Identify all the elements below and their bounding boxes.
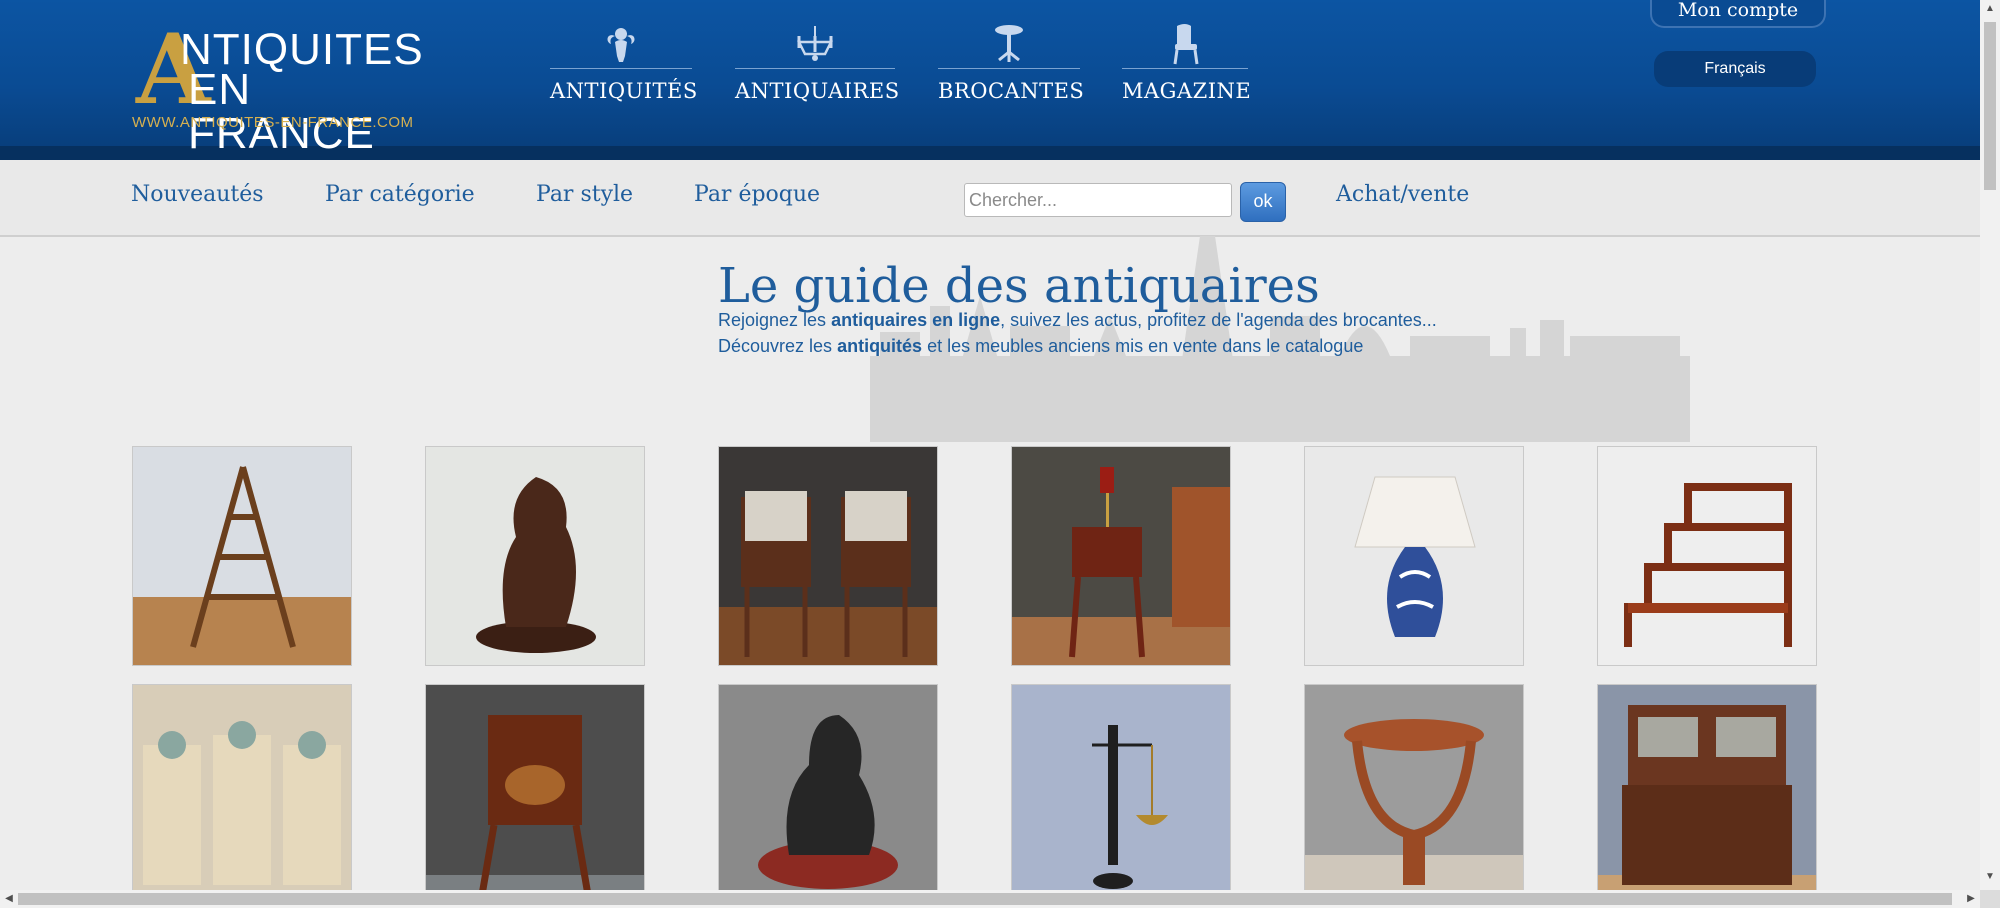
product-image	[719, 447, 937, 665]
main-nav-divider	[735, 68, 895, 69]
main-nav-label: ANTIQUAIRES	[735, 79, 900, 103]
product-image	[1305, 685, 1523, 903]
product-thumbnail[interactable]	[718, 446, 938, 666]
product-image	[133, 447, 351, 665]
product-image	[426, 685, 644, 903]
main-nav-divider	[550, 68, 692, 69]
product-image	[719, 685, 937, 903]
vertical-scroll-thumb[interactable]	[1984, 22, 1996, 190]
antiques-link[interactable]: antiquités	[837, 336, 922, 356]
product-thumbnail[interactable]	[1011, 446, 1231, 666]
main-nav-divider	[938, 68, 1080, 69]
scroll-up-icon[interactable]: ▲	[1980, 0, 2000, 18]
product-thumbnail[interactable]	[1304, 446, 1524, 666]
horizontal-scroll-thumb[interactable]	[18, 893, 1952, 905]
product-thumbnail[interactable]	[718, 684, 938, 904]
chandelier-icon	[796, 26, 834, 61]
product-thumbnail[interactable]	[425, 446, 645, 666]
scroll-down-icon[interactable]: ▼	[1980, 868, 2000, 886]
main-nav-antiquaires[interactable]: ANTIQUAIRES	[735, 22, 900, 112]
scrollbar-corner	[1980, 890, 2000, 908]
product-image	[426, 447, 644, 665]
subnav-buy-sell[interactable]: Achat/vente	[1336, 182, 1469, 207]
hero-intro-line-1: Rejoignez les antiquaires en ligne, suiv…	[718, 310, 1437, 331]
product-thumbnail[interactable]	[1597, 684, 1817, 904]
product-thumbnail[interactable]	[132, 684, 352, 904]
chair-icon	[1173, 24, 1199, 65]
scroll-left-icon[interactable]: ◀	[0, 890, 18, 908]
scroll-right-icon[interactable]: ▶	[1962, 890, 1980, 908]
main-nav-label: BROCANTES	[938, 79, 1085, 103]
subnav-era[interactable]: Par époque	[694, 182, 820, 207]
account-button[interactable]: Mon compte	[1650, 0, 1826, 28]
product-thumbnail[interactable]	[1011, 684, 1231, 904]
product-image	[133, 685, 351, 903]
hero-text: , suivez les actus, profitez de l'agenda…	[1000, 310, 1437, 330]
main-nav-magazine[interactable]: MAGAZINE	[1122, 22, 1252, 112]
product-image	[1305, 447, 1523, 665]
product-thumbnail[interactable]	[132, 446, 352, 666]
subnav-new[interactable]: Nouveautés	[131, 182, 264, 207]
subnav-category[interactable]: Par catégorie	[325, 182, 475, 207]
horizontal-scrollbar[interactable]: ◀ ▶	[0, 890, 1980, 908]
hero-text: Découvrez les	[718, 336, 838, 356]
main-nav-brocantes[interactable]: BROCANTES	[938, 22, 1085, 112]
cherub-icon	[607, 28, 635, 62]
hero-text: Rejoignez les	[718, 310, 832, 330]
product-image	[1598, 685, 1816, 903]
main-nav-label: MAGAZINE	[1122, 79, 1252, 103]
product-image	[1598, 447, 1816, 665]
product-image	[1012, 447, 1230, 665]
main-nav-antiquites[interactable]: ANTIQUITÉS	[550, 22, 698, 112]
language-selector[interactable]: Français	[1654, 51, 1816, 87]
product-thumbnail[interactable]	[1597, 446, 1817, 666]
product-image	[1012, 685, 1230, 903]
logo-url: WWW.ANTIQUITES-EN-FRANCE.COM	[132, 114, 414, 131]
online-dealers-link[interactable]: antiquaires en ligne	[831, 310, 1000, 330]
page-title: Le guide des antiquaires	[718, 258, 1320, 314]
product-thumbnail[interactable]	[425, 684, 645, 904]
search-button[interactable]: ok	[1240, 182, 1286, 222]
subnav-style[interactable]: Par style	[536, 182, 633, 207]
site-logo[interactable]: A NTIQUITES EN FRANCE WWW.ANTIQUITES-EN-…	[130, 22, 440, 156]
product-thumbnail[interactable]	[1304, 684, 1524, 904]
search-input[interactable]	[964, 183, 1232, 217]
hero-intro-line-2: Découvrez les antiquités et les meubles …	[718, 336, 1363, 357]
main-nav-label: ANTIQUITÉS	[550, 79, 698, 103]
hero-text: et les meubles anciens mis en vente dans…	[922, 336, 1364, 356]
logo-line-2: EN FRANCE	[188, 65, 375, 158]
vertical-scrollbar[interactable]: ▲ ▼	[1980, 0, 2000, 890]
pedestal-table-icon	[995, 25, 1023, 62]
main-nav-divider	[1122, 68, 1248, 69]
